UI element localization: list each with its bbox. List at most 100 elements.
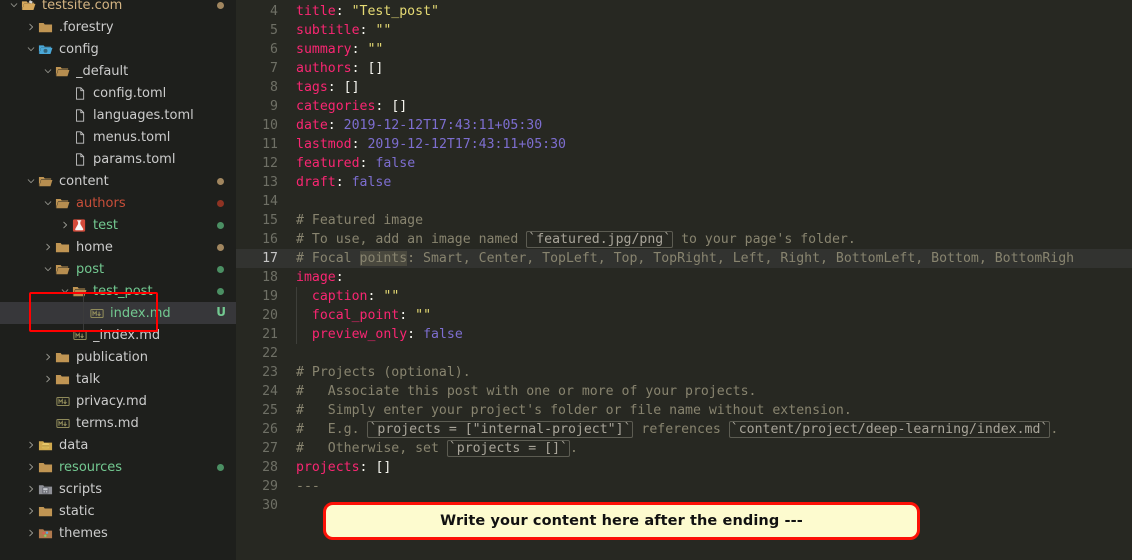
tree-item-terms-md[interactable]: terms.md xyxy=(0,412,236,434)
line-number: 30 xyxy=(262,498,278,513)
code-line[interactable]: 13 draft: false xyxy=(236,173,1132,192)
tree-item-authors[interactable]: authors xyxy=(0,192,236,214)
code-line-text: # E.g. `projects = ["internal-project"]`… xyxy=(290,420,1132,439)
chevron-down-icon[interactable] xyxy=(8,0,20,10)
line-number: 15 xyxy=(262,213,278,228)
chevron-right-icon[interactable] xyxy=(25,528,37,538)
tree-item-test-post[interactable]: test_post xyxy=(0,280,236,302)
tree-item-label: testsite.com xyxy=(42,0,123,13)
token-comment: # Projects (optional). xyxy=(296,365,471,380)
chevron-down-icon[interactable] xyxy=(59,286,71,296)
code-line[interactable]: 23 # Projects (optional). xyxy=(236,363,1132,382)
tree-item-config[interactable]: config xyxy=(0,38,236,60)
chevron-right-icon[interactable] xyxy=(25,506,37,516)
chevron-right-icon[interactable] xyxy=(25,440,37,450)
chevron-down-icon[interactable] xyxy=(25,176,37,186)
code-line[interactable]: 10 date: 2019-12-12T17:43:11+05:30 xyxy=(236,116,1132,135)
tree-item-menus-toml[interactable]: menus.toml xyxy=(0,126,236,148)
token-comment: # Simply enter your project's folder or … xyxy=(296,403,852,418)
tree-item-static[interactable]: static xyxy=(0,500,236,522)
tree-item-label: test xyxy=(93,217,118,233)
code-line[interactable]: 28 projects: [] xyxy=(236,458,1132,477)
tree-item-params-toml[interactable]: params.toml xyxy=(0,148,236,170)
chevron-right-icon[interactable] xyxy=(42,242,54,252)
code-line[interactable]: 29 --- xyxy=(236,477,1132,496)
tree-item-test[interactable]: test xyxy=(0,214,236,236)
code-line[interactable]: 25 # Simply enter your project's folder o… xyxy=(236,401,1132,420)
tree-item-languages-toml[interactable]: languages.toml xyxy=(0,104,236,126)
token-code: `content/project/deep-learning/index.md` xyxy=(728,421,1051,438)
tree-item-config-toml[interactable]: config.toml xyxy=(0,82,236,104)
file-tree[interactable]: testsite.com .forestry config _default confi… xyxy=(0,0,236,544)
code-line-text: subtitle: "" xyxy=(290,21,1132,40)
chevron-down-icon[interactable] xyxy=(42,66,54,76)
code-line[interactable]: 9 categories: [] xyxy=(236,97,1132,116)
code-line[interactable]: 21 preview_only: false xyxy=(236,325,1132,344)
tree-item-content[interactable]: content xyxy=(0,170,236,192)
code-line[interactable]: 20 focal_point: "" xyxy=(236,306,1132,325)
code-line[interactable]: 5 subtitle: "" xyxy=(236,21,1132,40)
editor-window: testsite.com .forestry config _default confi… xyxy=(0,0,1132,560)
tree-item-forestry[interactable]: .forestry xyxy=(0,16,236,38)
code-line[interactable]: 27 # Otherwise, set `projects = []`. xyxy=(236,439,1132,458)
token-bool: false xyxy=(351,175,392,190)
chevron-down-icon[interactable] xyxy=(25,44,37,54)
file-icon xyxy=(71,108,88,123)
tree-item-resources[interactable]: resources xyxy=(0,456,236,478)
folder-config-icon xyxy=(37,42,54,57)
chevron-right-icon[interactable] xyxy=(42,374,54,384)
code-line[interactable]: 15 # Featured image xyxy=(236,211,1132,230)
code-line[interactable]: 24 # Associate this post with one or more… xyxy=(236,382,1132,401)
token-punc: : xyxy=(335,4,344,19)
line-number: 7 xyxy=(270,61,278,76)
token-punc: : xyxy=(351,61,360,76)
code-line-text: summary: "" xyxy=(290,40,1132,59)
tree-item-testsite-com[interactable]: testsite.com xyxy=(0,0,236,16)
code-line[interactable]: 19 caption: "" xyxy=(236,287,1132,306)
tree-item-data[interactable]: data xyxy=(0,434,236,456)
code-line[interactable]: 18 image: xyxy=(236,268,1132,287)
tree-item-scripts[interactable]: scripts xyxy=(0,478,236,500)
chevron-right-icon[interactable] xyxy=(59,220,71,230)
tree-item-themes[interactable]: themes xyxy=(0,522,236,544)
token-punc: : xyxy=(335,270,344,285)
code-line[interactable]: 16 # To use, add an image named `featured… xyxy=(236,230,1132,249)
chevron-right-icon[interactable] xyxy=(25,22,37,32)
tree-item-default[interactable]: _default xyxy=(0,60,236,82)
code-line[interactable]: 22 xyxy=(236,344,1132,363)
tree-item-privacy-md[interactable]: privacy.md xyxy=(0,390,236,412)
code-line[interactable]: 8 tags: [] xyxy=(236,78,1132,97)
tree-item-talk[interactable]: talk xyxy=(0,368,236,390)
token-str: "" xyxy=(367,42,384,57)
chevron-right-icon[interactable] xyxy=(25,484,37,494)
tree-item-publication[interactable]: publication xyxy=(0,346,236,368)
code-lines[interactable]: 4 title: "Test_post" 5 subtitle: "" 6 summary… xyxy=(236,0,1132,515)
chevron-down-icon[interactable] xyxy=(42,264,54,274)
chevron-right-icon[interactable] xyxy=(42,352,54,362)
tree-item-label: home xyxy=(76,239,113,255)
token-comment: . xyxy=(569,441,578,456)
code-line[interactable]: 12 featured: false xyxy=(236,154,1132,173)
token-punc: : xyxy=(351,137,360,152)
code-line[interactable]: 26 # E.g. `projects = ["internal-project"… xyxy=(236,420,1132,439)
tree-item-home[interactable]: home xyxy=(0,236,236,258)
file-explorer-sidebar[interactable]: testsite.com .forestry config _default confi… xyxy=(0,0,236,560)
code-line[interactable]: 4 title: "Test_post" xyxy=(236,2,1132,21)
token-str: "" xyxy=(415,308,432,323)
chevron-right-icon[interactable] xyxy=(25,462,37,472)
code-editor-pane[interactable]: 4 title: "Test_post" 5 subtitle: "" 6 summary… xyxy=(236,0,1132,560)
code-line[interactable]: 17 # Focal points: Smart, Center, TopLeft… xyxy=(236,249,1132,268)
chevron-down-icon[interactable] xyxy=(42,198,54,208)
code-line[interactable]: 11 lastmod: 2019-12-12T17:43:11+05:30 xyxy=(236,135,1132,154)
git-status-badge: U xyxy=(216,305,226,319)
tree-item-index-md[interactable]: _index.md xyxy=(0,324,236,346)
tree-item-post[interactable]: post xyxy=(0,258,236,280)
code-line[interactable]: 14 xyxy=(236,192,1132,211)
code-line[interactable]: 7 authors: [] xyxy=(236,59,1132,78)
code-line[interactable]: 6 summary: "" xyxy=(236,40,1132,59)
folder-icon xyxy=(54,372,71,387)
token-sel: points xyxy=(359,251,408,266)
tree-item-label: data xyxy=(59,437,89,453)
tree-item-index-md[interactable]: index.md U xyxy=(0,302,236,324)
